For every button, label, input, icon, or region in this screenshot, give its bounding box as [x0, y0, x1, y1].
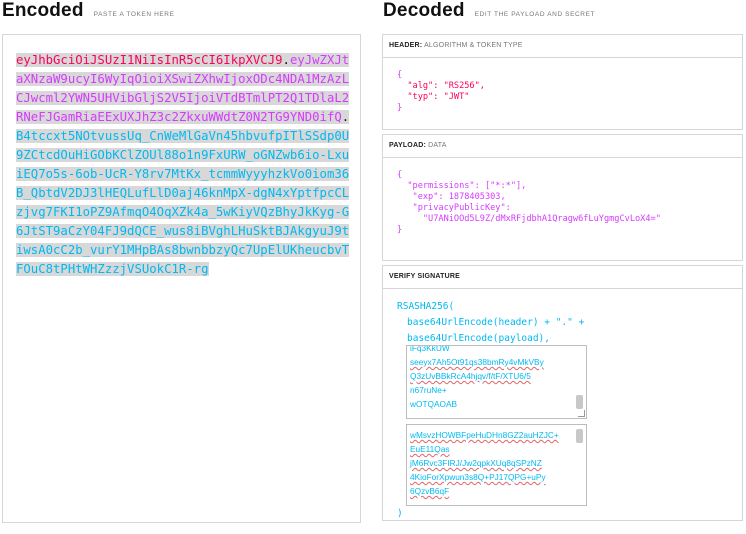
decoded-title: Decoded [383, 0, 465, 21]
encoded-title-group: Encoded PASTE A TOKEN HERE [2, 0, 175, 22]
verify-close-paren: ) [397, 508, 403, 519]
private-key-line: 4KioForXpwun3s8Q+PJ17QPG+uPy [410, 472, 546, 482]
payload-line: "exp": 1878405303, [397, 192, 506, 202]
header-json-editor[interactable]: { "alg": "RS256", "typ": "JWT" } [383, 58, 742, 114]
public-key-line: n67ruNe+ [410, 385, 447, 395]
encoded-token-text[interactable]: eyJhbGciOiJSUzI1NiIsInR5cCI6IkpXVCJ9.eyJ… [16, 51, 354, 279]
header-line: } [397, 103, 403, 113]
token-dot-1: . [282, 53, 290, 67]
verify-section-label: VERIFY SIGNATURE [383, 266, 742, 289]
decoded-column: HEADER: ALGORITHM & TOKEN TYPE { "alg": … [382, 34, 743, 521]
payload-line: "permissions": ["*:*"], [397, 181, 527, 191]
header-line: "alg": "RS256", [397, 81, 485, 91]
payload-section: PAYLOAD: DATA { "permissions": ["*:*"], … [382, 134, 743, 261]
public-key-line: Q3zUvBBkRcA4hjqv/f/tF/XTU6/5 [410, 371, 531, 381]
resize-grip-icon[interactable] [578, 410, 585, 417]
private-key-scrollbar[interactable] [576, 429, 583, 443]
token-signature-part: B4tccxt5NOtvussUq_CnWeMlGaVn45hbvufpITlS… [16, 129, 350, 276]
header-section: HEADER: ALGORITHM & TOKEN TYPE { "alg": … [382, 34, 743, 130]
encoded-subtitle: PASTE A TOKEN HERE [93, 11, 175, 18]
payload-json-editor[interactable]: { "permissions": ["*:*"], "exp": 1878405… [383, 158, 742, 236]
payload-label-bold: PAYLOAD: [389, 142, 426, 149]
payload-line: "U7ANiOOd5L9Z/dMxRFjdbhA1Qragw6fLuYgmgCv… [397, 214, 661, 224]
private-key-line: jM6Rvc3FIRJ/Jw2qpkXUq8qSPzNZ [410, 458, 542, 468]
verify-arg-header: base64UrlEncode(header) + "." + [407, 317, 585, 328]
encoded-title: Encoded [2, 0, 84, 21]
rsasha256-fn: RSASHA256( [397, 301, 455, 312]
payload-line: "privacyPublicKey": [397, 203, 511, 213]
header-line: "typ": "JWT" [397, 92, 470, 102]
private-key-line: EuE11Qas [410, 444, 450, 454]
header-label-rest: ALGORITHM & TOKEN TYPE [424, 42, 523, 49]
header-label-bold: HEADER: [389, 42, 423, 49]
payload-line: } [397, 225, 403, 235]
payload-label-rest: DATA [428, 142, 447, 149]
public-key-line: wOTQAOAB [410, 399, 458, 409]
payload-section-label: PAYLOAD: DATA [383, 135, 742, 158]
private-key-line: wMsvzHOWBFpeHuDHn8GZ2auHZJC+ [410, 430, 559, 440]
public-key-line: iFq3KkUW [410, 345, 450, 353]
private-key-textarea[interactable]: wMsvzHOWBFpeHuDHn8GZ2auHZJC+ EuE11Qas jM… [406, 424, 587, 506]
header-section-label: HEADER: ALGORITHM & TOKEN TYPE [383, 35, 742, 58]
payload-line: { [397, 170, 403, 180]
decoded-subtitle: EDIT THE PAYLOAD AND SECRET [474, 11, 596, 18]
encoded-token-textarea[interactable]: eyJhbGciOiJSUzI1NiIsInR5cCI6IkpXVCJ9.eyJ… [2, 34, 361, 523]
public-key-line: seeyx7Ah5Ot91qs38bmRy4vMkVBy [410, 357, 544, 367]
verify-signature-code: RSASHA256( base64UrlEncode(header) + "."… [383, 289, 742, 347]
public-key-scrollbar[interactable] [576, 395, 583, 409]
private-key-line: 6QzvB6qF [410, 486, 450, 496]
token-dot-2: . [341, 110, 350, 124]
token-header-part: eyJhbGciOiJSUzI1NiIsInR5cCI6IkpXVCJ9 [16, 53, 283, 67]
verify-signature-section: VERIFY SIGNATURE RSASHA256( base64UrlEnc… [382, 265, 743, 521]
public-key-textarea[interactable]: iFq3KkUW seeyx7Ah5Ot91qs38bmRy4vMkVBy Q3… [406, 345, 587, 419]
header-line: { [397, 70, 403, 80]
decoded-title-group: Decoded EDIT THE PAYLOAD AND SECRET [383, 0, 595, 22]
